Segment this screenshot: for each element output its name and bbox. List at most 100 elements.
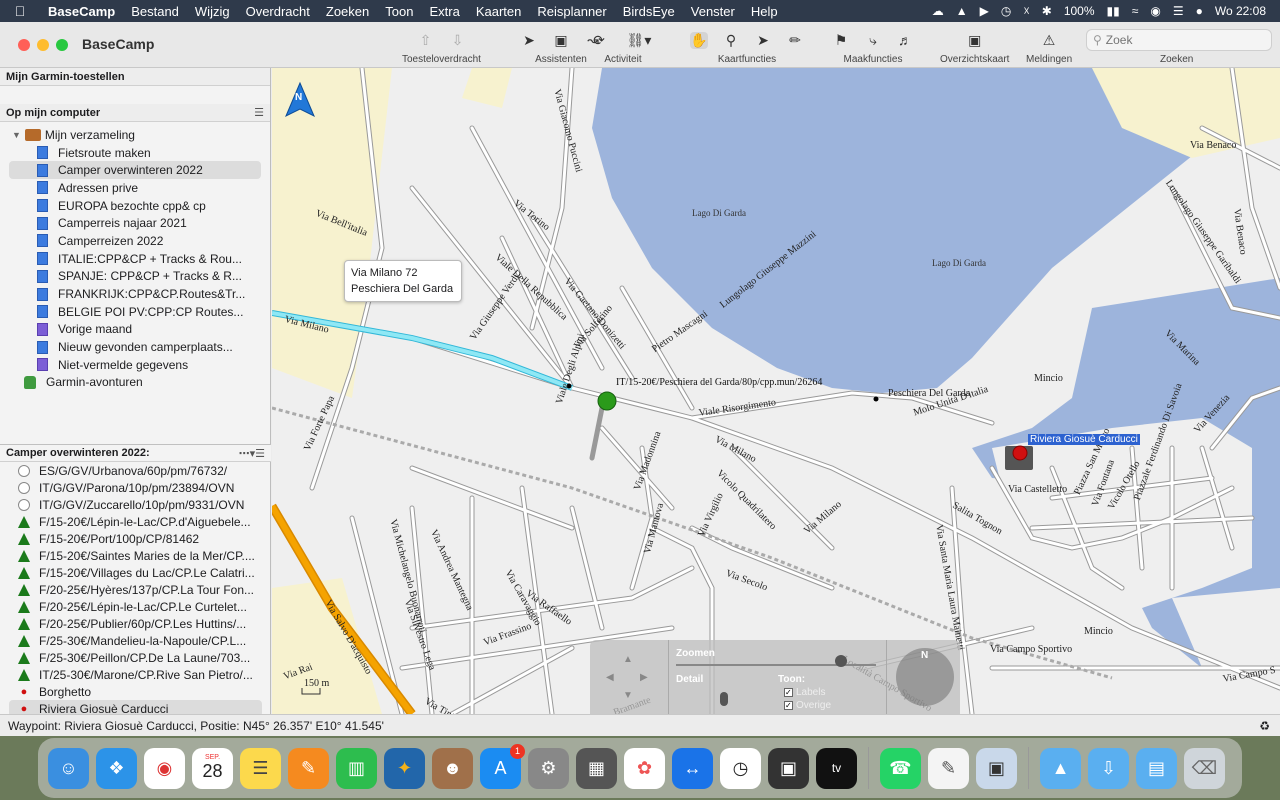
menu-app[interactable]: BaseCamp bbox=[40, 4, 123, 19]
list-item[interactable]: ES/G/GV/Urbanova/60p/pm/76732/ bbox=[0, 462, 271, 479]
send-to-device-icon[interactable]: ⇧ bbox=[416, 32, 434, 49]
rocket-icon[interactable]: ➤ bbox=[520, 32, 538, 49]
chrome-icon[interactable]: ◉ bbox=[144, 747, 185, 789]
menu-toon[interactable]: Toon bbox=[377, 4, 421, 19]
user-icon[interactable]: ◉ bbox=[1150, 4, 1160, 18]
adventures-row[interactable]: Garmin-avonturen bbox=[0, 374, 270, 392]
labels-checkbox[interactable]: ✓ bbox=[784, 688, 793, 697]
selected-waypoint-label[interactable]: Riviera Giosuè Carducci bbox=[1028, 434, 1140, 445]
list-item[interactable]: F/25-30€/Peillon/CP.De La Laune/703... bbox=[0, 649, 271, 666]
finder-icon[interactable]: ☺ bbox=[48, 747, 89, 789]
sidebar-list-item[interactable]: Fietsroute maken bbox=[0, 144, 270, 162]
footprints-icon[interactable]: ♬ bbox=[896, 32, 914, 48]
route-create-icon[interactable]: ⤷ bbox=[864, 32, 882, 49]
list-item[interactable]: F/20-25€/Lépin-le-Lac/CP.Le Curtelet... bbox=[0, 598, 271, 615]
image-capture-icon[interactable]: ▣ bbox=[768, 747, 809, 789]
photos-icon[interactable]: ✿ bbox=[624, 747, 665, 789]
battery-icon[interactable]: ▮▮ bbox=[1107, 4, 1120, 18]
clock[interactable]: Wo 22:08 bbox=[1215, 4, 1266, 18]
play-icon[interactable]: ▶ bbox=[980, 4, 989, 18]
sidebar-menu-icon[interactable]: ☰ bbox=[254, 106, 264, 119]
app-store-icon[interactable]: A1 bbox=[480, 743, 525, 789]
sidebar-list-item[interactable]: Niet-vermelde gegevens bbox=[0, 356, 270, 374]
pages-icon[interactable]: ✎ bbox=[288, 747, 329, 789]
control-center-icon[interactable]: ☰ bbox=[1173, 4, 1184, 18]
list-item[interactable]: F/25-30€/Mandelieu-la-Napoule/CP.L... bbox=[0, 632, 271, 649]
calculator-icon[interactable]: ▦ bbox=[576, 747, 617, 789]
wifi-icon[interactable]: ≈ bbox=[1132, 4, 1139, 18]
clock-app-icon[interactable]: ◷ bbox=[720, 747, 761, 789]
list-item[interactable]: F/20-25€/Hyères/137p/CP.La Tour Fon... bbox=[0, 581, 271, 598]
other-checkbox[interactable]: ✓ bbox=[784, 701, 793, 710]
list-item[interactable]: F/15-20€/Villages du Lac/CP.Le Calatri..… bbox=[0, 564, 271, 581]
zoom-slider-thumb[interactable] bbox=[835, 655, 847, 667]
sidebar-list-item[interactable]: ITALIE:CPP&CP + Tracks & Rou... bbox=[0, 250, 270, 268]
list-item[interactable]: F/20-25€/Publier/60p/CP.Les Huttins/... bbox=[0, 615, 271, 632]
apple-tv-icon[interactable]: tv bbox=[816, 747, 857, 789]
list-item[interactable]: F/15-20€/Lépin-le-Lac/CP.d'Aiguebele... bbox=[0, 513, 271, 530]
list-item[interactable]: F/15-20€/Port/100p/CP/81462 bbox=[0, 530, 271, 547]
menu-kaarten[interactable]: Kaarten bbox=[468, 4, 530, 19]
safari-icon[interactable]: ❖ bbox=[96, 747, 137, 789]
mute-icon[interactable]: ☓ bbox=[1023, 4, 1029, 18]
car-profile-icon[interactable]: ⛓▾ bbox=[622, 32, 656, 49]
pan-left-icon[interactable]: ◀ bbox=[606, 672, 614, 683]
detail-options-icon[interactable]: ⋯▾☰ bbox=[239, 447, 265, 460]
sidebar-list-item[interactable]: Camper overwinteren 2022 bbox=[9, 161, 261, 180]
devices-header[interactable]: Mijn Garmin-toestellen bbox=[0, 68, 270, 86]
calendar-icon[interactable]: SEP. 28 bbox=[192, 747, 233, 789]
sidebar-list-item[interactable]: Vorige maand bbox=[0, 321, 270, 339]
hand-pan-icon[interactable]: ✋ bbox=[690, 31, 708, 49]
disclosure-chevron-icon[interactable]: ▼ bbox=[12, 130, 21, 140]
preview-icon[interactable]: ▣ bbox=[976, 747, 1017, 789]
whatsapp-icon[interactable]: ☎ bbox=[880, 747, 921, 789]
pan-down-icon[interactable]: ▼ bbox=[623, 690, 633, 701]
search-input[interactable] bbox=[1105, 33, 1256, 47]
hiker-icon[interactable]: ♻ bbox=[1259, 719, 1270, 733]
sidebar-list-item[interactable]: BELGIE POI PV:CPP:CP Routes... bbox=[0, 303, 270, 321]
computer-header[interactable]: Op mijn computer ☰ bbox=[0, 104, 270, 122]
documents-folder-icon[interactable]: ▤ bbox=[1136, 747, 1177, 789]
system-settings-icon[interactable]: ⚙ bbox=[528, 747, 569, 789]
zoom-window-button[interactable] bbox=[56, 39, 68, 51]
notification-icon[interactable]: ⚠ bbox=[1040, 32, 1058, 49]
list-item[interactable]: IT/G/GV/Parona/10p/pm/23894/OVN bbox=[0, 479, 271, 496]
bluetooth-icon[interactable]: ✱ bbox=[1042, 4, 1052, 18]
sidebar-list-item[interactable]: EUROPA bezochte cpp& cp bbox=[0, 197, 270, 215]
warning-icon[interactable]: ▲ bbox=[956, 4, 968, 18]
menu-bestand[interactable]: Bestand bbox=[123, 4, 187, 19]
search-box[interactable]: ⚲ bbox=[1086, 29, 1272, 51]
time-machine-icon[interactable]: ◷ bbox=[1001, 4, 1011, 18]
numbers-icon[interactable]: ▥ bbox=[336, 747, 377, 789]
pan-up-icon[interactable]: ▲ bbox=[623, 654, 633, 665]
other-checkbox-row[interactable]: ✓ Overige bbox=[784, 700, 831, 711]
close-window-button[interactable] bbox=[18, 39, 30, 51]
pan-right-icon[interactable]: ▶ bbox=[640, 672, 648, 683]
sidebar-list-item[interactable]: Adressen prive bbox=[0, 179, 270, 197]
downloads-folder-icon[interactable]: ⇩ bbox=[1088, 747, 1129, 789]
address-popup[interactable]: Via Milano 72 Peschiera Del Garda bbox=[344, 260, 462, 302]
menu-wijzig[interactable]: Wijzig bbox=[187, 4, 238, 19]
list-item[interactable]: IT/G/GV/Zuccarello/10p/pm/9331/OVN bbox=[0, 496, 271, 513]
detail-slider-thumb[interactable] bbox=[720, 692, 728, 706]
pan-control[interactable]: ▲ ◀ ▶ ▼ bbox=[602, 654, 652, 704]
notes-icon[interactable]: ☰ bbox=[240, 747, 281, 789]
menu-extra[interactable]: Extra bbox=[421, 4, 467, 19]
red-pin-marker[interactable] bbox=[1012, 445, 1028, 461]
sidebar-list-item[interactable]: SPANJE: CPP&CP + Tracks & R... bbox=[0, 268, 270, 286]
refresh-icon[interactable]: ⟳ bbox=[590, 32, 608, 49]
menu-zoeken[interactable]: Zoeken bbox=[318, 4, 377, 19]
backpack-icon[interactable]: ▣ bbox=[552, 32, 570, 49]
menu-reisplanner[interactable]: Reisplanner bbox=[529, 4, 614, 19]
apple-menu-icon[interactable]:  bbox=[0, 3, 40, 19]
labels-checkbox-row[interactable]: ✓ Labels bbox=[784, 687, 825, 698]
receive-from-device-icon[interactable]: ⇩ bbox=[448, 32, 466, 49]
list-item[interactable]: IT/25-30€/Marone/CP.Rive San Pietro/... bbox=[0, 666, 271, 683]
trash-icon[interactable]: ⌫ bbox=[1184, 747, 1225, 789]
pointer-icon[interactable]: ➤ bbox=[754, 32, 772, 49]
menu-birdseye[interactable]: BirdsEye bbox=[615, 4, 683, 19]
battery-percent[interactable]: 100% bbox=[1064, 4, 1095, 18]
teamviewer-icon[interactable]: ↔ bbox=[672, 747, 713, 789]
contacts-icon[interactable]: ☻ bbox=[432, 747, 473, 789]
overview-map-icon[interactable]: ▣ bbox=[966, 32, 984, 49]
